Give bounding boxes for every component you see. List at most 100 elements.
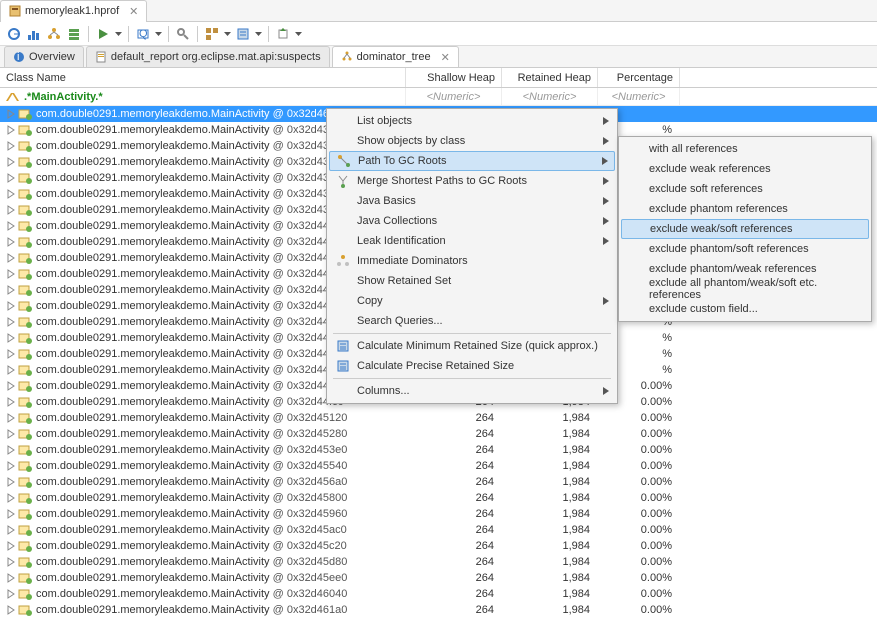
expand-icon[interactable] (6, 557, 16, 567)
menu-item[interactable]: exclude soft references (621, 179, 869, 199)
expand-icon[interactable] (6, 605, 16, 615)
menu-item[interactable]: exclude weak/soft references (621, 219, 869, 239)
expand-icon[interactable] (6, 253, 16, 263)
expand-icon[interactable] (6, 349, 16, 359)
overview-icon[interactable] (6, 26, 22, 42)
expand-icon[interactable] (6, 509, 16, 519)
table-row[interactable]: com.double0291.memoryleakdemo.MainActivi… (0, 442, 877, 458)
table-row[interactable]: com.double0291.memoryleakdemo.MainActivi… (0, 490, 877, 506)
expand-icon[interactable] (6, 429, 16, 439)
expand-icon[interactable] (6, 173, 16, 183)
menu-item[interactable]: List objects (329, 111, 615, 131)
menu-item[interactable]: exclude phantom references (621, 199, 869, 219)
expand-icon[interactable] (6, 317, 16, 327)
dropdown-icon[interactable] (155, 32, 162, 36)
class-icon (18, 572, 32, 584)
menu-item[interactable]: Java Basics (329, 191, 615, 211)
expand-icon[interactable] (6, 493, 16, 503)
dropdown-icon[interactable] (255, 32, 262, 36)
table-row[interactable]: com.double0291.memoryleakdemo.MainActivi… (0, 410, 877, 426)
col-retained-heap[interactable]: Retained Heap (502, 68, 598, 87)
table-row[interactable]: com.double0291.memoryleakdemo.MainActivi… (0, 474, 877, 490)
menu-item[interactable]: Copy (329, 291, 615, 311)
oql-icon[interactable]: Q (135, 26, 151, 42)
filter-shallow[interactable]: <Numeric> (406, 88, 502, 105)
expand-icon[interactable] (6, 477, 16, 487)
menu-item[interactable]: exclude custom field... (621, 299, 869, 319)
expand-icon[interactable] (6, 445, 16, 455)
menu-item[interactable]: Leak Identification (329, 231, 615, 251)
menu-item[interactable]: Calculate Precise Retained Size (329, 356, 615, 376)
table-row[interactable]: com.double0291.memoryleakdemo.MainActivi… (0, 426, 877, 442)
tab-overview[interactable]: i Overview (4, 46, 84, 67)
tab-dominator-tree[interactable]: dominator_tree ✕ (332, 46, 459, 67)
expand-icon[interactable] (6, 157, 16, 167)
table-row[interactable]: com.double0291.memoryleakdemo.MainActivi… (0, 554, 877, 570)
expand-icon[interactable] (6, 269, 16, 279)
close-icon[interactable]: ✕ (441, 51, 450, 64)
menu-item[interactable]: Java Collections (329, 211, 615, 231)
filter-retained[interactable]: <Numeric> (502, 88, 598, 105)
table-row[interactable]: com.double0291.memoryleakdemo.MainActivi… (0, 506, 877, 522)
shallow-value: 264 (406, 604, 502, 616)
expand-icon[interactable] (6, 205, 16, 215)
expand-icon[interactable] (6, 125, 16, 135)
table-row[interactable]: com.double0291.memoryleakdemo.MainActivi… (0, 522, 877, 538)
expand-icon[interactable] (6, 285, 16, 295)
file-tab[interactable]: memoryleak1.hprof ✕ (0, 0, 147, 22)
class-icon (18, 156, 32, 168)
expand-icon[interactable] (6, 381, 16, 391)
dropdown-icon[interactable] (224, 32, 231, 36)
close-icon[interactable]: ✕ (129, 5, 138, 18)
histogram-icon[interactable] (26, 26, 42, 42)
table-row[interactable]: com.double0291.memoryleakdemo.MainActivi… (0, 602, 877, 618)
filter-pct[interactable]: <Numeric> (598, 88, 680, 105)
table-row[interactable]: com.double0291.memoryleakdemo.MainActivi… (0, 458, 877, 474)
group-icon[interactable] (204, 26, 220, 42)
expand-icon[interactable] (6, 589, 16, 599)
table-row[interactable]: com.double0291.memoryleakdemo.MainActivi… (0, 538, 877, 554)
expand-icon[interactable] (6, 333, 16, 343)
menu-item[interactable]: Show objects by class (329, 131, 615, 151)
table-row[interactable]: com.double0291.memoryleakdemo.MainActivi… (0, 586, 877, 602)
menu-item[interactable]: exclude phantom/soft references (621, 239, 869, 259)
col-class-name[interactable]: Class Name (0, 68, 406, 87)
expand-icon[interactable] (6, 413, 16, 423)
expand-icon[interactable] (6, 301, 16, 311)
class-name: com.double0291.memoryleakdemo.MainActivi… (36, 428, 347, 440)
menu-item[interactable]: Show Retained Set (329, 271, 615, 291)
expand-icon[interactable] (6, 237, 16, 247)
tab-report[interactable]: default_report org.eclipse.mat.api:suspe… (86, 46, 330, 67)
export-icon[interactable] (275, 26, 291, 42)
dropdown-icon[interactable] (295, 32, 302, 36)
threads-icon[interactable] (66, 26, 82, 42)
dropdown-icon[interactable] (115, 32, 122, 36)
expand-icon[interactable] (6, 525, 16, 535)
expand-icon[interactable] (6, 397, 16, 407)
menu-item[interactable]: Immediate Dominators (329, 251, 615, 271)
expand-icon[interactable] (6, 141, 16, 151)
menu-item[interactable]: exclude phantom/weak references (621, 259, 869, 279)
expand-icon[interactable] (6, 189, 16, 199)
expand-icon[interactable] (6, 461, 16, 471)
expand-icon[interactable] (6, 365, 16, 375)
menu-item[interactable]: exclude weak references (621, 159, 869, 179)
menu-item[interactable]: Merge Shortest Paths to GC Roots (329, 171, 615, 191)
calc-icon[interactable] (235, 26, 251, 42)
col-shallow-heap[interactable]: Shallow Heap (406, 68, 502, 87)
tree-icon[interactable] (46, 26, 62, 42)
expand-icon[interactable] (6, 109, 16, 119)
menu-item[interactable]: with all references (621, 139, 869, 159)
expand-icon[interactable] (6, 541, 16, 551)
table-row[interactable]: com.double0291.memoryleakdemo.MainActivi… (0, 570, 877, 586)
menu-item[interactable]: Search Queries... (329, 311, 615, 331)
filter-name[interactable]: .*MainActivity.* (0, 88, 406, 105)
menu-item[interactable]: exclude all phantom/weak/soft etc. refer… (621, 279, 869, 299)
run-icon[interactable] (95, 26, 111, 42)
menu-item[interactable]: Path To GC Roots (329, 151, 615, 171)
menu-item[interactable]: Columns... (329, 381, 615, 401)
menu-item[interactable]: Calculate Minimum Retained Size (quick a… (329, 336, 615, 356)
expand-icon[interactable] (6, 221, 16, 231)
find-icon[interactable] (175, 26, 191, 42)
col-percentage[interactable]: Percentage (598, 68, 680, 87)
